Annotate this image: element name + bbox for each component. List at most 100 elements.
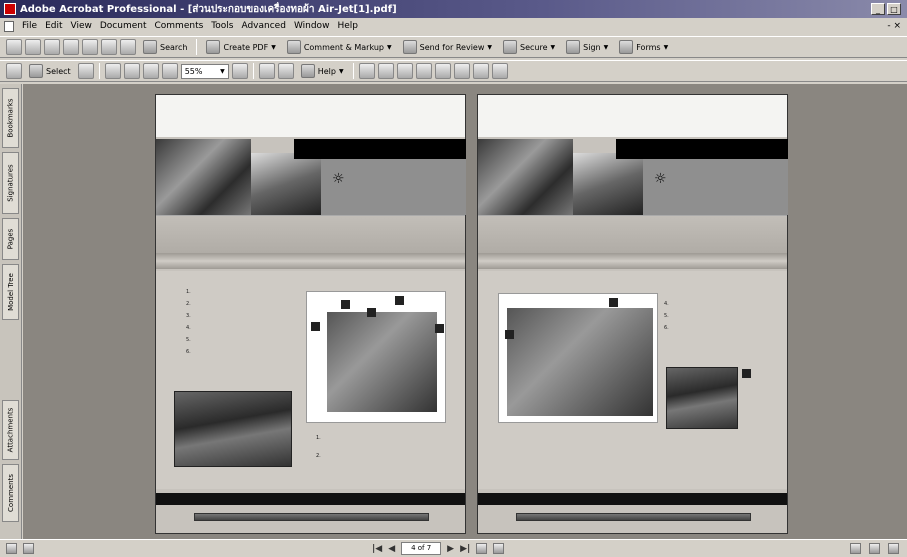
window-controls: _ □ — [871, 3, 907, 15]
search-button[interactable]: Search — [139, 38, 191, 56]
air-jet-loom-diagram — [498, 293, 658, 423]
measure-icon[interactable] — [377, 63, 394, 79]
section-heading-bar — [478, 253, 787, 269]
tab-pages[interactable]: Pages — [2, 218, 19, 260]
air-jet-loom-diagram — [306, 291, 446, 423]
first-page-button[interactable]: |◀ — [372, 544, 382, 554]
zoom-level-select[interactable]: 55% ▼ — [180, 63, 229, 79]
send-review-icon — [402, 40, 417, 54]
tab-bookmarks[interactable]: Bookmarks — [2, 88, 19, 148]
page-footer-bar — [194, 513, 429, 521]
document-close-button[interactable]: - × — [887, 21, 901, 31]
select-tool-button[interactable]: Select — [25, 62, 75, 80]
send-review-button[interactable]: Send for Review ▼ — [399, 38, 496, 56]
stamp-icon[interactable] — [396, 63, 413, 79]
chevron-down-icon: ▼ — [550, 43, 556, 51]
audio-icon[interactable] — [434, 63, 451, 79]
component-list: 1. 2. 3. 4. 5. 6. — [186, 289, 196, 361]
view-toolbar: Select 55% ▼ Help ▼ — [0, 60, 907, 82]
continuous-icon[interactable] — [869, 543, 880, 554]
shapes-icon[interactable] — [472, 63, 489, 79]
page-header-area — [156, 95, 465, 137]
textbox-icon[interactable] — [491, 63, 508, 79]
file-toolbar: Search Create PDF ▼ Comment & Markup ▼ S… — [0, 36, 907, 58]
page-navigation: |◀ ◀ 4 of 7 ▶ ▶| — [372, 542, 505, 555]
single-page-icon[interactable] — [850, 543, 861, 554]
tab-comments[interactable]: Comments — [2, 464, 19, 522]
page-header-area — [478, 95, 787, 137]
secure-button[interactable]: Secure ▼ — [499, 38, 559, 56]
last-page-button[interactable]: ▶| — [460, 544, 470, 554]
help-icon — [300, 64, 315, 78]
tab-attachments[interactable]: Attachments — [2, 400, 19, 460]
menu-advanced[interactable]: Advanced — [241, 21, 285, 31]
organizer-icon[interactable] — [120, 39, 136, 55]
tab-signatures[interactable]: Signatures — [2, 152, 19, 214]
zoom-tool-icon[interactable] — [104, 63, 121, 79]
page-footer-band — [156, 493, 465, 505]
page-number-field[interactable]: 4 of 7 — [401, 542, 442, 555]
open-folder-icon[interactable] — [25, 39, 41, 55]
page-footer-band — [478, 493, 787, 505]
next-view-icon[interactable] — [493, 543, 505, 554]
highlight-icon[interactable] — [453, 63, 470, 79]
document-icon — [4, 20, 14, 32]
menu-view[interactable]: View — [71, 21, 92, 31]
section-heading-bar — [156, 253, 465, 269]
document-viewport[interactable]: ☼ 1. 2. 3. 4. 5. 6. 1. 2. ☼ 4. 5. 6. — [23, 84, 907, 539]
create-pdf-label: Create PDF — [223, 42, 269, 52]
sign-pen-icon — [566, 40, 581, 54]
page-size-icon[interactable] — [6, 543, 17, 554]
chevron-down-icon: ▼ — [386, 43, 392, 51]
help-button[interactable]: Help ▼ — [297, 62, 348, 80]
help-label: Help — [317, 66, 336, 76]
save-icon[interactable] — [44, 39, 60, 55]
next-page-button[interactable]: ▶ — [447, 544, 454, 554]
subtitle-block — [643, 159, 788, 215]
menu-document[interactable]: Document — [100, 21, 147, 31]
acrobat-logo-icon — [4, 3, 16, 15]
menu-comments[interactable]: Comments — [155, 21, 204, 31]
actual-size-icon[interactable] — [123, 63, 140, 79]
previous-page-button[interactable]: ◀ — [388, 544, 395, 554]
print-icon[interactable] — [63, 39, 79, 55]
secure-label: Secure — [520, 42, 548, 52]
toolbar-separator — [252, 63, 254, 79]
attach-icon[interactable] — [415, 63, 432, 79]
document-status-icon[interactable] — [23, 543, 34, 554]
menu-help[interactable]: Help — [337, 21, 358, 31]
sign-button[interactable]: Sign ▼ — [562, 38, 612, 56]
dictionary-icon[interactable] — [277, 63, 294, 79]
status-left-tools — [0, 543, 34, 554]
cursor-icon[interactable] — [358, 63, 375, 79]
minimize-button[interactable]: _ — [871, 3, 885, 15]
list-item: 5. — [186, 337, 191, 343]
fit-page-icon[interactable] — [142, 63, 159, 79]
text-select-icon — [29, 64, 43, 78]
forms-button[interactable]: Forms ▼ — [615, 38, 672, 56]
window-title: Adobe Acrobat Professional - [ส่วนประกอบ… — [20, 3, 397, 15]
create-pdf-icon — [206, 40, 221, 54]
snapshot-icon[interactable] — [77, 63, 94, 79]
comment-markup-button[interactable]: Comment & Markup ▼ — [283, 38, 396, 56]
tab-model-tree[interactable]: Model Tree — [2, 264, 19, 320]
zoom-in-icon[interactable] — [231, 63, 248, 79]
facing-pages-icon[interactable] — [888, 543, 899, 554]
open-icon[interactable] — [6, 39, 22, 55]
list-item: 1. — [186, 289, 191, 295]
email-icon[interactable] — [82, 39, 98, 55]
sign-label: Sign — [583, 42, 601, 52]
rotate-icon[interactable] — [258, 63, 275, 79]
menu-edit[interactable]: Edit — [45, 21, 62, 31]
callout-marker — [367, 308, 376, 317]
create-pdf-button[interactable]: Create PDF ▼ — [202, 38, 279, 56]
hand-tool-icon[interactable] — [6, 63, 22, 79]
maximize-button[interactable]: □ — [887, 3, 901, 15]
pen-icon[interactable] — [101, 39, 117, 55]
previous-view-icon[interactable] — [476, 543, 488, 554]
menu-file[interactable]: File — [22, 21, 37, 31]
acrobat-window: Adobe Acrobat Professional - [ส่วนประกอบ… — [0, 0, 907, 557]
menu-tools[interactable]: Tools — [211, 21, 233, 31]
menu-window[interactable]: Window — [294, 21, 330, 31]
zoom-out-icon[interactable] — [161, 63, 178, 79]
